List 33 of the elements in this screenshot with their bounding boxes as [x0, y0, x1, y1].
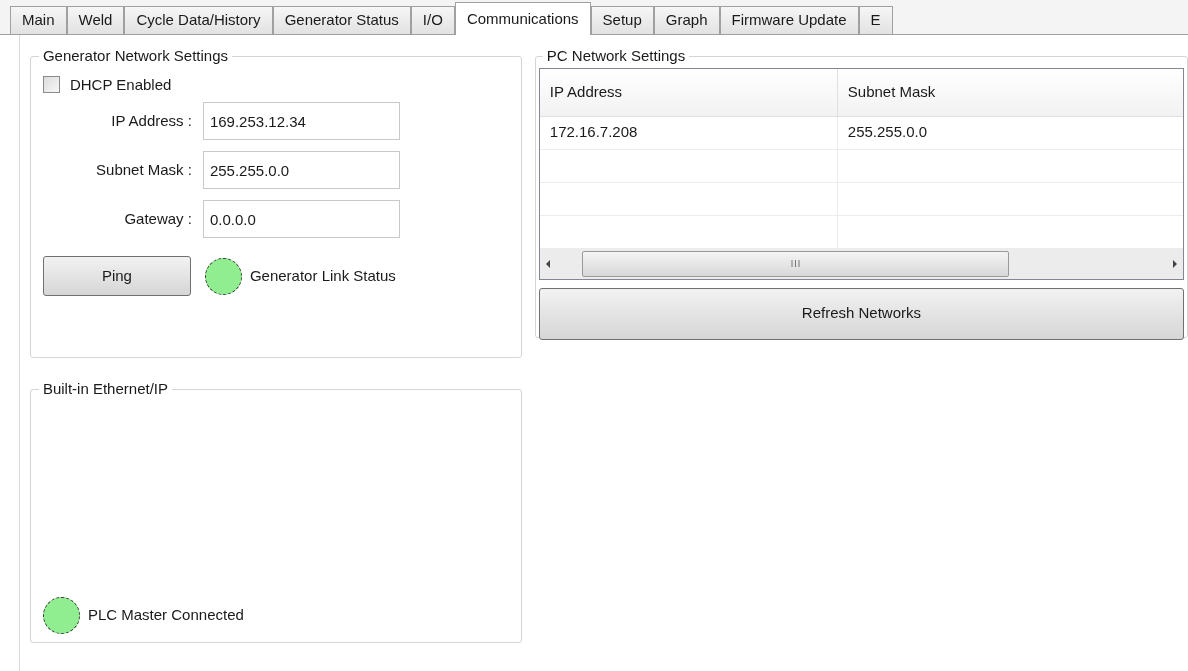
field-label: IP Address : — [110, 110, 193, 131]
tab[interactable]: Communications — [454, 2, 591, 35]
refresh-button[interactable]: Refresh Networks — [538, 287, 1184, 340]
table-cell-text: 255.255.0.0 — [846, 122, 929, 143]
horizontal-scrollbar[interactable] — [539, 248, 1183, 279]
status-label: Generator Link Status — [249, 265, 396, 286]
group-title: Generator Network Settings — [41, 46, 229, 66]
tab[interactable]: Cycle Data/History — [124, 6, 273, 34]
checkbox-label: DHCP Enabled — [69, 74, 172, 95]
input-field[interactable]: 0.0.0.0 — [202, 200, 400, 238]
tab[interactable]: Weld — [66, 6, 125, 34]
tab[interactable]: Main — [10, 6, 67, 34]
column-header[interactable]: IP Address — [539, 68, 838, 116]
grip-icon — [790, 259, 800, 268]
tab[interactable]: Graph — [653, 6, 720, 34]
input-field[interactable]: 255.255.0.0 — [202, 151, 400, 189]
tab[interactable]: E — [858, 6, 893, 34]
ping-button[interactable]: Ping — [42, 256, 191, 296]
checkbox[interactable] — [42, 76, 60, 94]
group-title: Built-in Ethernet/IP — [41, 379, 169, 399]
group-title: PC Network Settings — [545, 46, 687, 66]
field-label: Subnet Mask : — [95, 159, 193, 180]
tab[interactable]: Firmware Update — [719, 6, 859, 34]
scrollbar-thumb[interactable] — [581, 250, 1009, 277]
field-label: Gateway : — [123, 208, 193, 229]
tab[interactable]: Generator Status — [272, 6, 411, 34]
input-field[interactable]: 169.253.12.34 — [202, 102, 400, 140]
column-header[interactable]: Subnet Mask — [837, 68, 1183, 116]
table-cell: 172.16.7.208 — [539, 116, 838, 149]
status-label: PLC Master Connected — [87, 604, 244, 625]
tab[interactable]: I/O — [410, 6, 455, 34]
scroll-right-icon[interactable] — [1171, 258, 1179, 269]
tab[interactable]: Setup — [590, 6, 654, 34]
